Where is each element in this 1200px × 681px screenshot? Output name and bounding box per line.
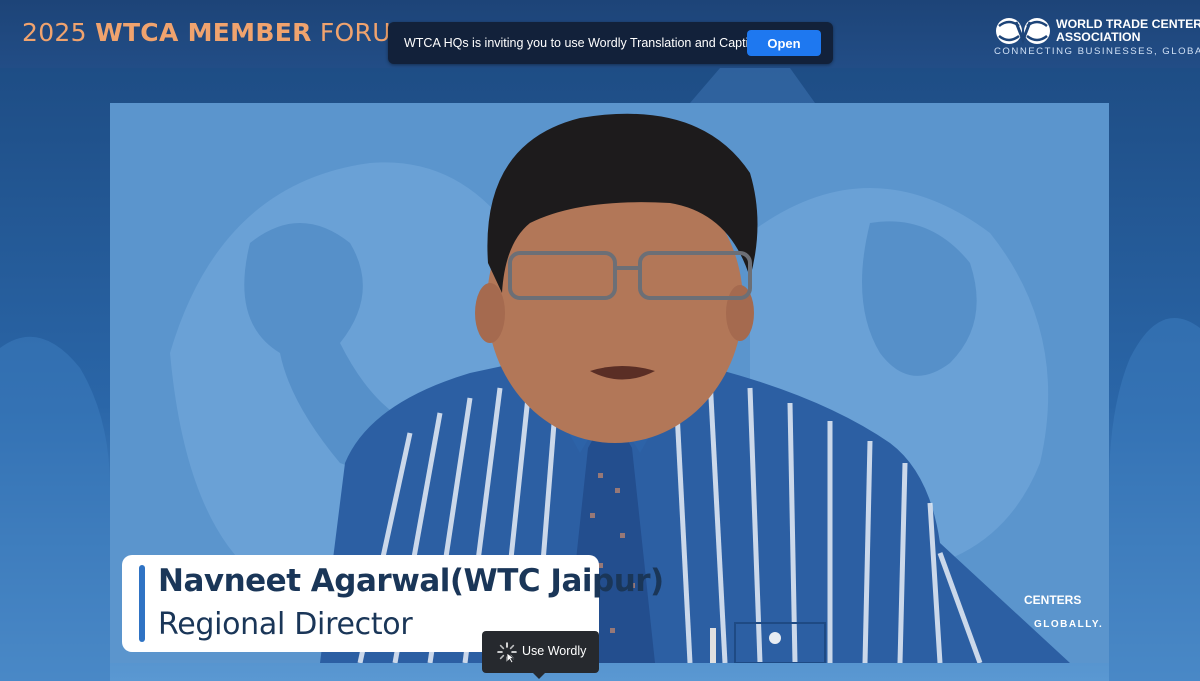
wordly-invite-banner: WTCA HQs is inviting you to use Wordly T… <box>388 22 833 64</box>
header-bar: 2025 WTCA MEMBER FORUM WTCA HQs is invit… <box>0 0 1200 68</box>
event-title: 2025 WTCA MEMBER FORUM <box>22 18 413 47</box>
logo-line-1: WORLD TRADE CENTERS <box>1056 17 1200 31</box>
lower-third-accent-bar <box>139 565 145 642</box>
speaker-name: Navneet Agarwal(WTC Jaipur) <box>158 563 664 599</box>
use-wordly-label: Use Wordly <box>522 644 587 658</box>
wtca-logo: WORLD TRADE CENTERS ASSOCIATION CONNECTI… <box>994 16 1200 60</box>
wordly-invite-message: WTCA HQs is inviting you to use Wordly T… <box>404 36 769 50</box>
event-brand: WTCA MEMBER <box>95 18 312 47</box>
use-wordly-button[interactable]: Use Wordly <box>482 631 599 679</box>
speaker-role: Regional Director <box>158 607 413 642</box>
background-watermark-line-2: GLOBALLY. <box>1034 619 1104 630</box>
tooltip-arrow <box>533 673 545 679</box>
wordly-spinner-icon <box>497 642 517 663</box>
logo-line-2: ASSOCIATION <box>1056 30 1141 44</box>
background-watermark-line-1: CENTERS <box>1024 593 1082 607</box>
logo-tagline: CONNECTING BUSINESSES, GLOBALLY. <box>994 46 1200 57</box>
event-year: 2025 <box>22 18 87 47</box>
open-wordly-button[interactable]: Open <box>747 30 821 56</box>
wtca-globe-icon <box>996 18 1050 45</box>
